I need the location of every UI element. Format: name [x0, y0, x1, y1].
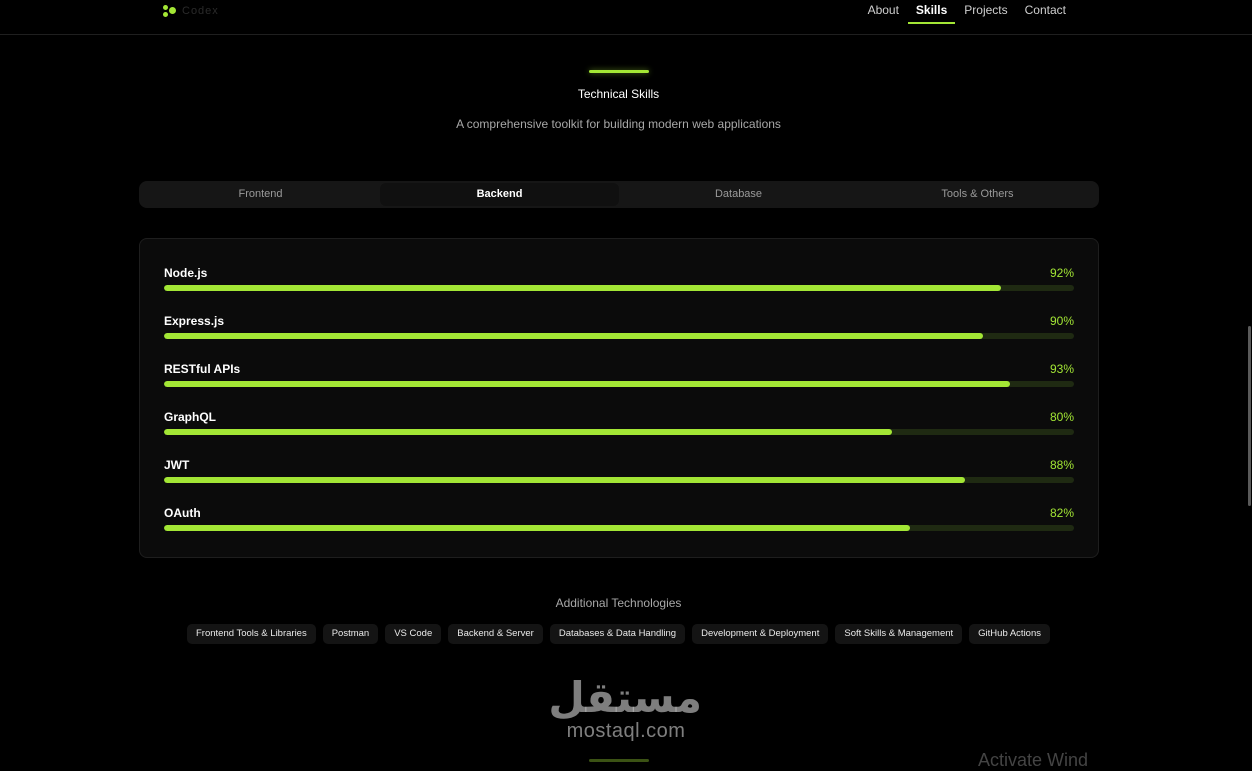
tech-chip: Soft Skills & Management	[835, 624, 963, 644]
skill-name: Node.js	[164, 266, 208, 280]
main-nav: About Skills Projects Contact	[859, 0, 1074, 35]
tab-backend[interactable]: Backend	[380, 183, 619, 206]
progress-track	[164, 525, 1074, 531]
skill-percent: 82%	[1049, 506, 1074, 520]
skill-percent: 93%	[1049, 362, 1074, 376]
tech-chip: VS Code	[385, 624, 442, 644]
skill-row: GraphQL 80%	[164, 410, 1074, 440]
progress-fill	[164, 477, 965, 483]
skill-row: RESTful APIs 93%	[164, 362, 1074, 392]
progress-fill	[164, 525, 911, 531]
watermark-latin-text: mostaql.com	[566, 720, 686, 742]
section-title: Technical Skills	[577, 87, 660, 101]
nav-link-contact[interactable]: Contact	[1017, 0, 1074, 24]
nav-link-projects[interactable]: Projects	[956, 0, 1015, 24]
progress-track	[164, 477, 1074, 483]
activate-windows-overlay: Activate Wind	[978, 750, 1089, 770]
tech-chip: GitHub Actions	[969, 624, 1050, 644]
progress-track	[164, 429, 1074, 435]
skill-row: Node.js 92%	[164, 266, 1074, 296]
page-scrollbar[interactable]	[1248, 326, 1251, 506]
tab-database[interactable]: Database	[619, 183, 858, 206]
skill-name: OAuth	[164, 506, 201, 520]
mostaql-watermark: مستقل mostaql.com	[548, 673, 702, 748]
progress-track	[164, 285, 1074, 291]
tech-chip: Databases & Data Handling	[549, 624, 686, 644]
skill-name: JWT	[164, 458, 190, 472]
skill-category-tabs: Frontend Backend Database Tools & Others	[139, 181, 1099, 208]
skill-row: Express.js 90%	[164, 314, 1074, 344]
logo-dots-icon	[162, 3, 178, 19]
progress-fill	[164, 285, 1002, 291]
brand-name: Codex	[182, 5, 219, 17]
watermark-arabic-text: مستقل	[548, 673, 702, 722]
skill-row: JWT 88%	[164, 458, 1074, 488]
skill-percent: 90%	[1049, 314, 1074, 328]
skill-row: OAuth 82%	[164, 506, 1074, 536]
skill-percent: 92%	[1049, 266, 1074, 280]
progress-fill	[164, 381, 1011, 387]
tech-chip: Backend & Server	[448, 624, 543, 644]
top-navbar: Codex About Skills Projects Contact	[0, 0, 1252, 35]
tech-chip-list: Frontend Tools & Libraries Postman VS Co…	[0, 624, 1237, 644]
skill-name: RESTful APIs	[164, 362, 241, 376]
nav-link-skills[interactable]: Skills	[907, 0, 956, 24]
tab-tools-others[interactable]: Tools & Others	[858, 183, 1097, 206]
additional-tech-title: Additional Technologies	[555, 596, 682, 610]
nav-link-about[interactable]: About	[860, 0, 907, 24]
progress-fill	[164, 333, 983, 339]
skill-percent: 88%	[1049, 458, 1074, 472]
section-subtitle: A comprehensive toolkit for building mod…	[456, 117, 781, 131]
tab-frontend[interactable]: Frontend	[141, 183, 380, 206]
skill-percent: 80%	[1049, 410, 1074, 424]
brand-logo[interactable]: Codex	[162, 2, 232, 20]
progress-track	[164, 381, 1074, 387]
tech-chip: Frontend Tools & Libraries	[187, 624, 316, 644]
tech-chip: Development & Deployment	[692, 624, 829, 644]
skill-name: Express.js	[164, 314, 225, 328]
skill-name: GraphQL	[164, 410, 217, 424]
progress-track	[164, 333, 1074, 339]
title-accent-line	[589, 70, 649, 73]
progress-fill	[164, 429, 892, 435]
skills-card: Node.js 92% Express.js 90% RESTful APIs …	[139, 238, 1099, 558]
tech-chip: Postman	[322, 624, 379, 644]
